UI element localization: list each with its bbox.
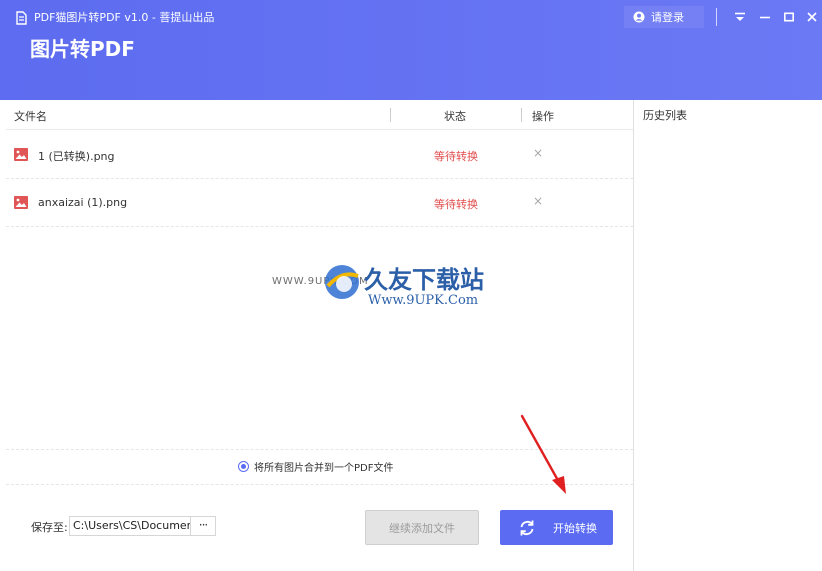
- image-file-icon: [14, 196, 28, 209]
- app-logo-icon: [16, 11, 27, 25]
- file-name: 1 (已转换).png: [38, 150, 115, 163]
- column-filename: 文件名: [14, 110, 47, 123]
- column-action: 操作: [532, 110, 554, 123]
- save-path-field[interactable]: C:\Users\CS\Documents: [69, 516, 191, 536]
- refresh-icon: [520, 520, 534, 535]
- add-more-files-button[interactable]: 继续添加文件: [365, 510, 479, 545]
- page-heading: 图片转PDF: [30, 37, 135, 61]
- add-more-files-label: 继续添加文件: [389, 521, 455, 535]
- file-row[interactable]: anxaizai (1).png 等待转换 ×: [6, 179, 633, 227]
- minimize-button[interactable]: [757, 9, 773, 25]
- close-button[interactable]: [804, 9, 820, 25]
- history-panel: 历史列表: [633, 100, 822, 571]
- browse-button[interactable]: ···: [190, 516, 216, 536]
- column-status: 状态: [444, 110, 466, 123]
- merge-label: 将所有图片合并到一个PDF文件: [254, 463, 394, 474]
- menu-icon: [735, 12, 745, 21]
- annotation-arrow-icon: [520, 414, 566, 494]
- maximize-icon: [783, 12, 794, 22]
- close-icon: [807, 12, 817, 22]
- remove-file-button[interactable]: ×: [532, 193, 544, 209]
- history-title: 历史列表: [643, 109, 687, 122]
- maximize-button[interactable]: [781, 9, 797, 25]
- merge-option[interactable]: 将所有图片合并到一个PDF文件: [238, 459, 393, 474]
- title-bar: PDF猫图片转PDF v1.0 - 菩提山出品 图片转PDF 请登录: [0, 0, 822, 100]
- file-table-header: 文件名 状态 操作: [6, 100, 633, 130]
- column-divider[interactable]: [521, 108, 522, 122]
- start-convert-button[interactable]: 开始转换: [500, 510, 613, 545]
- app-title: PDF猫图片转PDF v1.0 - 菩提山出品: [34, 11, 215, 24]
- login-button[interactable]: 请登录: [624, 6, 704, 28]
- window-controls-divider: [716, 8, 717, 26]
- image-file-icon: [14, 148, 28, 161]
- column-divider[interactable]: [390, 108, 391, 122]
- file-status: 等待转换: [434, 150, 478, 163]
- watermark-title: 久友下载站: [364, 266, 484, 294]
- minimize-icon: [760, 16, 770, 19]
- menu-button[interactable]: [732, 9, 748, 25]
- remove-file-button[interactable]: ×: [532, 145, 544, 161]
- save-location-label: 保存至:: [31, 521, 68, 534]
- login-label: 请登录: [651, 11, 684, 24]
- watermark-url: Www.9UPK.Com: [368, 293, 479, 308]
- file-status: 等待转换: [434, 198, 478, 211]
- start-convert-label: 开始转换: [553, 521, 597, 535]
- globe-logo-icon: [325, 265, 359, 299]
- user-icon: [633, 11, 645, 23]
- file-name: anxaizai (1).png: [38, 196, 128, 209]
- file-row[interactable]: 1 (已转换).png 等待转换 ×: [6, 131, 633, 179]
- watermark: WWW.9UPK.COM 久友下载站 Www.9UPK.Com: [272, 258, 522, 328]
- merge-radio[interactable]: [238, 461, 249, 472]
